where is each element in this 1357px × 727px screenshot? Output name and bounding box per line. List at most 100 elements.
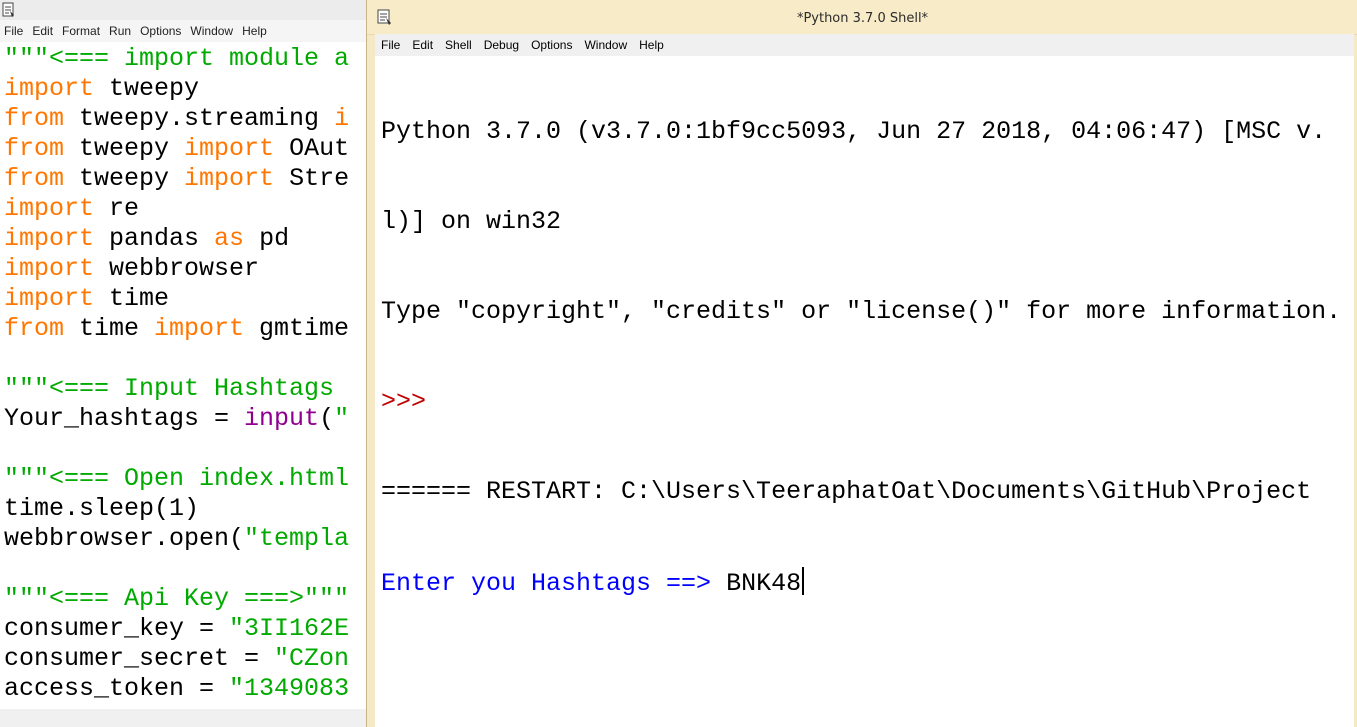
code-line: import time	[4, 284, 370, 314]
shell-menu-help[interactable]: Help	[633, 38, 670, 52]
code-line: """<=== Api Key ===>"""	[4, 584, 370, 614]
code-line: from time import gmtime	[4, 314, 370, 344]
code-token: "templa	[244, 524, 350, 553]
code-token: import	[4, 254, 95, 283]
code-line: """<=== Input Hashtags	[4, 374, 370, 404]
editor-menubar: File Edit Format Run Options Window Help	[0, 20, 370, 42]
code-token: "	[334, 404, 350, 433]
shell-output-area[interactable]: Python 3.7.0 (v3.7.0:1bf9cc5093, Jun 27 …	[375, 57, 1354, 727]
shell-menu-edit[interactable]: Edit	[406, 38, 439, 52]
input-prompt: Enter you Hashtags ==>	[381, 569, 727, 598]
shell-menu-shell[interactable]: Shell	[439, 38, 478, 52]
code-token: from	[4, 104, 65, 133]
input-line[interactable]: Enter you Hashtags ==> BNK48	[381, 567, 1354, 598]
editor-menu-file[interactable]: File	[0, 24, 28, 38]
code-line: Your_hashtags = input("	[4, 404, 370, 434]
code-line: import pandas as pd	[4, 224, 370, 254]
code-line: from tweepy.streaming i	[4, 104, 370, 134]
code-line: from tweepy import OAut	[4, 134, 370, 164]
shell-menu-options[interactable]: Options	[525, 38, 578, 52]
code-token: tweepy	[64, 164, 185, 193]
shell-menu-window[interactable]: Window	[578, 38, 633, 52]
shell-window-title: *Python 3.7.0 Shell*	[796, 11, 929, 26]
code-token: pd	[244, 224, 290, 253]
text-cursor	[802, 567, 805, 595]
code-token: i	[334, 104, 350, 133]
code-token: OAut	[274, 134, 350, 163]
shell-prompt: >>>	[381, 387, 442, 416]
shell-menu-debug[interactable]: Debug	[478, 38, 525, 52]
editor-menu-run[interactable]: Run	[105, 24, 136, 38]
code-token: input	[244, 404, 320, 433]
code-token: import	[4, 284, 95, 313]
code-line: consumer_secret = "CZon	[4, 644, 370, 674]
editor-menu-format[interactable]: Format	[58, 24, 105, 38]
code-token: import	[4, 224, 95, 253]
shell-window: *Python 3.7.0 Shell* File Edit Shell Deb…	[366, 0, 1357, 727]
editor-window: File Edit Format Run Options Window Help…	[0, 0, 370, 727]
code-line: import tweepy	[4, 74, 370, 104]
code-token: re	[94, 194, 140, 223]
editor-menu-help[interactable]: Help	[238, 24, 272, 38]
shell-menu-file[interactable]: File	[375, 38, 406, 52]
code-token: tweepy	[64, 134, 185, 163]
code-token: from	[4, 314, 65, 343]
code-token: import	[184, 164, 275, 193]
code-token: tweepy.streaming	[64, 104, 335, 133]
banner-line-2: l)] on win32	[381, 207, 562, 236]
code-line: import webbrowser	[4, 254, 370, 284]
code-token: Your_hashtags =	[4, 404, 245, 433]
code-line: consumer_key = "3II162E	[4, 614, 370, 644]
code-token: """<=== Api Key ===>"""	[4, 584, 350, 613]
banner-line-3: Type "copyright", "credits" or "license(…	[381, 297, 1342, 326]
code-line: import re	[4, 194, 370, 224]
code-token: import	[154, 314, 245, 343]
code-token: """<=== Open index.html	[4, 464, 350, 493]
editor-titlebar[interactable]	[0, 0, 370, 20]
code-token: import	[184, 134, 275, 163]
code-token: "1349083	[229, 674, 350, 703]
code-token: "CZon	[274, 644, 350, 673]
code-token: webbrowser	[94, 254, 260, 283]
shell-menubar: File Edit Shell Debug Options Window Hel…	[375, 34, 1354, 56]
editor-menu-window[interactable]: Window	[186, 24, 238, 38]
input-value[interactable]: BNK48	[726, 569, 801, 598]
code-token: import	[4, 74, 95, 103]
code-token: import	[4, 194, 95, 223]
code-token: as	[214, 224, 245, 253]
code-line: webbrowser.open("templa	[4, 524, 370, 554]
code-line: """<=== Open index.html	[4, 464, 370, 494]
code-token: from	[4, 164, 65, 193]
code-token: (	[319, 404, 335, 433]
code-line: access_token = "1349083	[4, 674, 370, 704]
editor-menu-edit[interactable]: Edit	[28, 24, 58, 38]
code-token: consumer_key =	[4, 614, 230, 643]
code-token: time	[94, 284, 170, 313]
code-token: gmtime	[244, 314, 350, 343]
code-token: Stre	[274, 164, 350, 193]
code-token: "3II162E	[229, 614, 350, 643]
code-token: from	[4, 134, 65, 163]
editor-scrollbar[interactable]	[0, 709, 370, 727]
shell-frame-left	[367, 0, 375, 727]
code-token: pandas	[94, 224, 215, 253]
code-token: """<=== Input Hashtags	[4, 374, 350, 403]
code-token: tweepy	[94, 74, 200, 103]
banner-line-1: Python 3.7.0 (v3.7.0:1bf9cc5093, Jun 27 …	[381, 117, 1327, 146]
code-token: """<=== import module a	[4, 44, 350, 73]
code-line: """<=== import module a	[4, 44, 370, 74]
code-token: time	[64, 314, 155, 343]
code-token: access_token =	[4, 674, 230, 703]
shell-titlebar[interactable]: *Python 3.7.0 Shell*	[367, 0, 1357, 35]
editor-menu-options[interactable]: Options	[136, 24, 186, 38]
code-token: consumer_secret =	[4, 644, 275, 673]
code-token: time.sleep(1)	[4, 494, 200, 523]
code-line: time.sleep(1)	[4, 494, 370, 524]
restart-line: ====== RESTART: C:\Users\TeeraphatOat\Do…	[381, 477, 1312, 506]
editor-code-area[interactable]: """<=== import module a import tweepy from…	[0, 44, 370, 727]
code-token: webbrowser.open(	[4, 524, 245, 553]
code-line: from tweepy import Stre	[4, 164, 370, 194]
